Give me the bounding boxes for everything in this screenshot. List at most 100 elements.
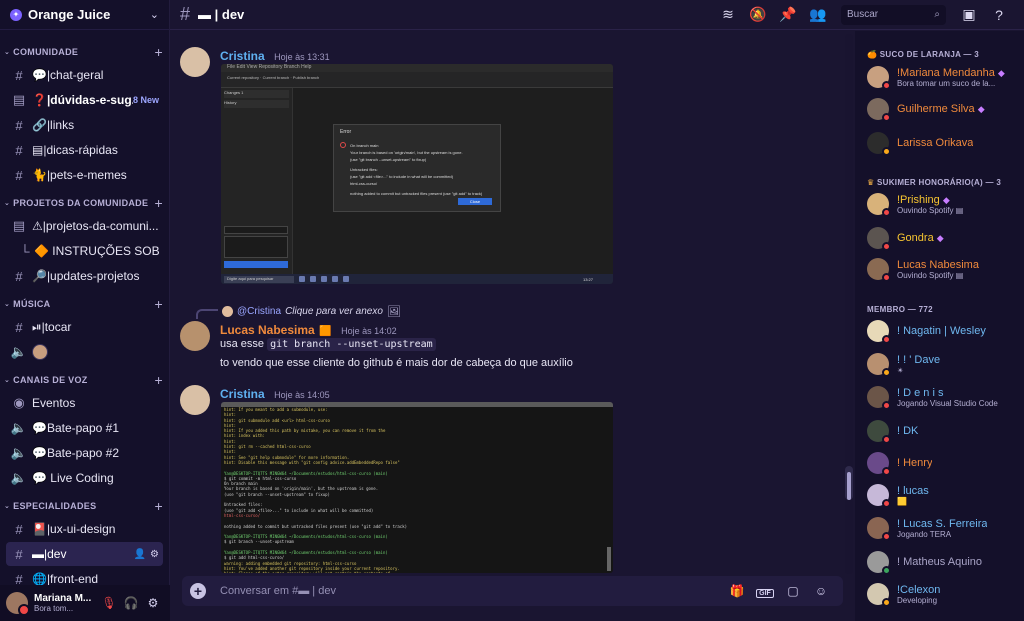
message-author[interactable]: Cristina: [220, 49, 265, 63]
threads-icon[interactable]: ≋: [713, 6, 743, 23]
channel-duvidas[interactable]: ▤ ❓|dúvidas-e-sug... 8 New: [6, 88, 163, 112]
server-header[interactable]: ✦ Orange Juice ⌄: [0, 0, 169, 30]
avatar[interactable]: [6, 592, 30, 616]
member-list-icon[interactable]: 👥: [803, 6, 833, 23]
sticker-icon[interactable]: ▢: [779, 584, 807, 598]
channel-pets[interactable]: # 🐈|pets-e-memes: [6, 163, 163, 187]
mic-muted-icon[interactable]: 🎙: [98, 596, 120, 610]
add-channel-icon[interactable]: +: [155, 296, 163, 312]
headphones-icon[interactable]: 🎧: [120, 596, 142, 610]
member-item[interactable]: ! ! ' Dave ✴: [867, 353, 1022, 377]
member-item[interactable]: Guilherme Silva ◆: [867, 98, 1022, 122]
member-group-label: SUKIMER HONORÁRIO(A) — 3: [877, 178, 1002, 187]
inbox-icon[interactable]: ▣: [954, 6, 984, 23]
category-musica[interactable]: ⌄ MÚSICA +: [0, 294, 169, 314]
channel-projetos[interactable]: ▤ ⚠|projetos-da-comuni...: [6, 214, 163, 238]
member-item[interactable]: Larissa Orikava: [867, 132, 1022, 156]
channel-dev[interactable]: # ▬|dev 👤 ⚙: [6, 542, 163, 566]
member-item[interactable]: !Prishing ◆ Ouvindo Spotify ▤: [867, 193, 1022, 217]
member-item[interactable]: Lucas Nabesima Ouvindo Spotify ▤: [867, 258, 1022, 282]
member-status-text: Ouvindo Spotify: [897, 205, 954, 215]
channel-ux-ui[interactable]: # 🎴|ux-ui-design: [6, 517, 163, 541]
gift-icon[interactable]: 🎁: [723, 584, 751, 598]
add-attachment-button[interactable]: +: [190, 583, 206, 599]
custom-status-emoji: 🟨: [897, 496, 907, 506]
member-group-header: ♛ SUKIMER HONORÁRIO(A) — 3: [867, 178, 1001, 187]
search-input[interactable]: Buscar ⌕: [841, 4, 946, 25]
window-titlebar: File Edit View Repository Branch Help: [221, 64, 613, 72]
pin-icon[interactable]: 📌: [773, 6, 803, 23]
avatar: [867, 386, 891, 410]
channel-eventos[interactable]: ◉ Eventos: [6, 391, 163, 415]
channel-label: 💬Bate-papo #1: [32, 421, 119, 435]
avatar[interactable]: [180, 321, 210, 351]
member-name: ! Lucas S. Ferreira: [897, 517, 988, 530]
emoji-icon[interactable]: ☺: [807, 584, 835, 598]
chat-scrollbar[interactable]: [845, 34, 853, 574]
add-channel-icon[interactable]: +: [155, 498, 163, 514]
scroll-thumb[interactable]: [847, 472, 851, 500]
avatar[interactable]: [180, 385, 210, 415]
dnd-status-icon: [882, 242, 891, 251]
member-status-text: Jogando Visual Studio Code: [897, 398, 998, 408]
category-comunidade[interactable]: ⌄ COMUNIDADE +: [0, 42, 169, 62]
message-composer[interactable]: + Conversar em #▬ | dev 🎁 GIF ▢ ☺: [182, 576, 843, 606]
member-item[interactable]: Gondra ◆: [867, 227, 1022, 251]
channel-updates[interactable]: # 🔎|updates-projetos: [6, 264, 163, 288]
voice-live-coding[interactable]: 🔈 💬 Live Coding: [6, 466, 163, 490]
help-icon[interactable]: ?: [984, 7, 1014, 23]
app-icon: [343, 276, 349, 282]
category-label: COMUNIDADE: [13, 47, 79, 57]
channel-front-end[interactable]: # 🌐|front-end: [6, 567, 163, 586]
error-dialog: Error On branch main Your branch is base…: [333, 124, 501, 212]
channel-dicas[interactable]: # ▤|dicas-rápidas: [6, 138, 163, 162]
channel-tocar[interactable]: # ⏯|tocar: [6, 315, 163, 339]
forum-icon: ▤: [12, 218, 26, 233]
category-projetos[interactable]: ⌄ PROJETOS DA COMUNIDADE +: [0, 193, 169, 213]
category-label: ESPECIALIDADES: [13, 501, 97, 511]
member-item[interactable]: !Celexon Developing: [867, 583, 1022, 607]
gear-icon[interactable]: ⚙: [142, 596, 164, 610]
voice-bate-papo-2[interactable]: 🔈 💬Bate-papo #2: [6, 441, 163, 465]
thread-instrucoes[interactable]: └ 🔶 INSTRUÇÕES SOBRE...: [6, 239, 163, 263]
reply-reference[interactable]: @Cristina Clique para ver anexo 🖼: [222, 305, 401, 318]
message-author[interactable]: Lucas Nabesima: [220, 323, 315, 337]
message-author[interactable]: Cristina: [220, 387, 265, 401]
avatar: [867, 551, 891, 575]
member-item[interactable]: ! Matheus Aquino: [867, 551, 1022, 575]
user-info[interactable]: Mariana M... Bora tom...: [34, 593, 98, 613]
channel-links[interactable]: # 🔗|links: [6, 113, 163, 137]
channel-chat-geral[interactable]: # 💬|chat-geral: [6, 63, 163, 87]
category-especialidades[interactable]: ⌄ ESPECIALIDADES +: [0, 496, 169, 516]
search-placeholder: Buscar: [847, 9, 879, 20]
member-item[interactable]: ! Nagatin | Wesley: [867, 320, 1022, 344]
avatar: [867, 420, 891, 444]
avatar: [222, 306, 233, 317]
add-channel-icon[interactable]: +: [155, 372, 163, 388]
member-item[interactable]: ! Henry: [867, 452, 1022, 476]
avatar[interactable]: [32, 344, 48, 360]
member-item[interactable]: ! DK: [867, 420, 1022, 444]
image-attachment[interactable]: File Edit View Repository Branch Help Cu…: [221, 64, 613, 284]
terminal-image-attachment[interactable]: hint: If you meant to add a submodule, u…: [221, 402, 613, 573]
gif-button[interactable]: GIF: [751, 584, 779, 598]
notification-bell-icon[interactable]: 🔕: [743, 6, 773, 23]
member-item[interactable]: ! D e n i s Jogando Visual Studio Code: [867, 386, 1022, 410]
category-voz[interactable]: ⌄ CANAIS DE VOZ +: [0, 370, 169, 390]
voice-bate-papo-1[interactable]: 🔈 💬Bate-papo #1: [6, 416, 163, 440]
orange-icon: 🍊: [867, 50, 878, 59]
add-channel-icon[interactable]: +: [155, 44, 163, 60]
voice-channel-music[interactable]: 🔈: [6, 340, 163, 364]
member-item[interactable]: ! lucas 🟨: [867, 484, 1022, 508]
avatar[interactable]: [180, 47, 210, 77]
member-item[interactable]: ! Lucas S. Ferreira Jogando TERA: [867, 517, 1022, 541]
gear-icon[interactable]: ⚙: [150, 549, 159, 560]
chevron-down-icon[interactable]: ⌄: [150, 8, 159, 21]
member-group-label: SUCO DE LARANJA — 3: [879, 50, 979, 59]
member-item[interactable]: !Mariana Mendanha ◆ Bora tomar um suco d…: [867, 66, 1022, 90]
message-input-placeholder[interactable]: Conversar em #▬ | dev: [220, 585, 723, 597]
add-channel-icon[interactable]: +: [155, 195, 163, 211]
user-name: Mariana M...: [34, 593, 92, 604]
channel-label: ▤|dicas-rápidas: [32, 143, 118, 157]
invite-icon[interactable]: 👤: [134, 549, 146, 560]
